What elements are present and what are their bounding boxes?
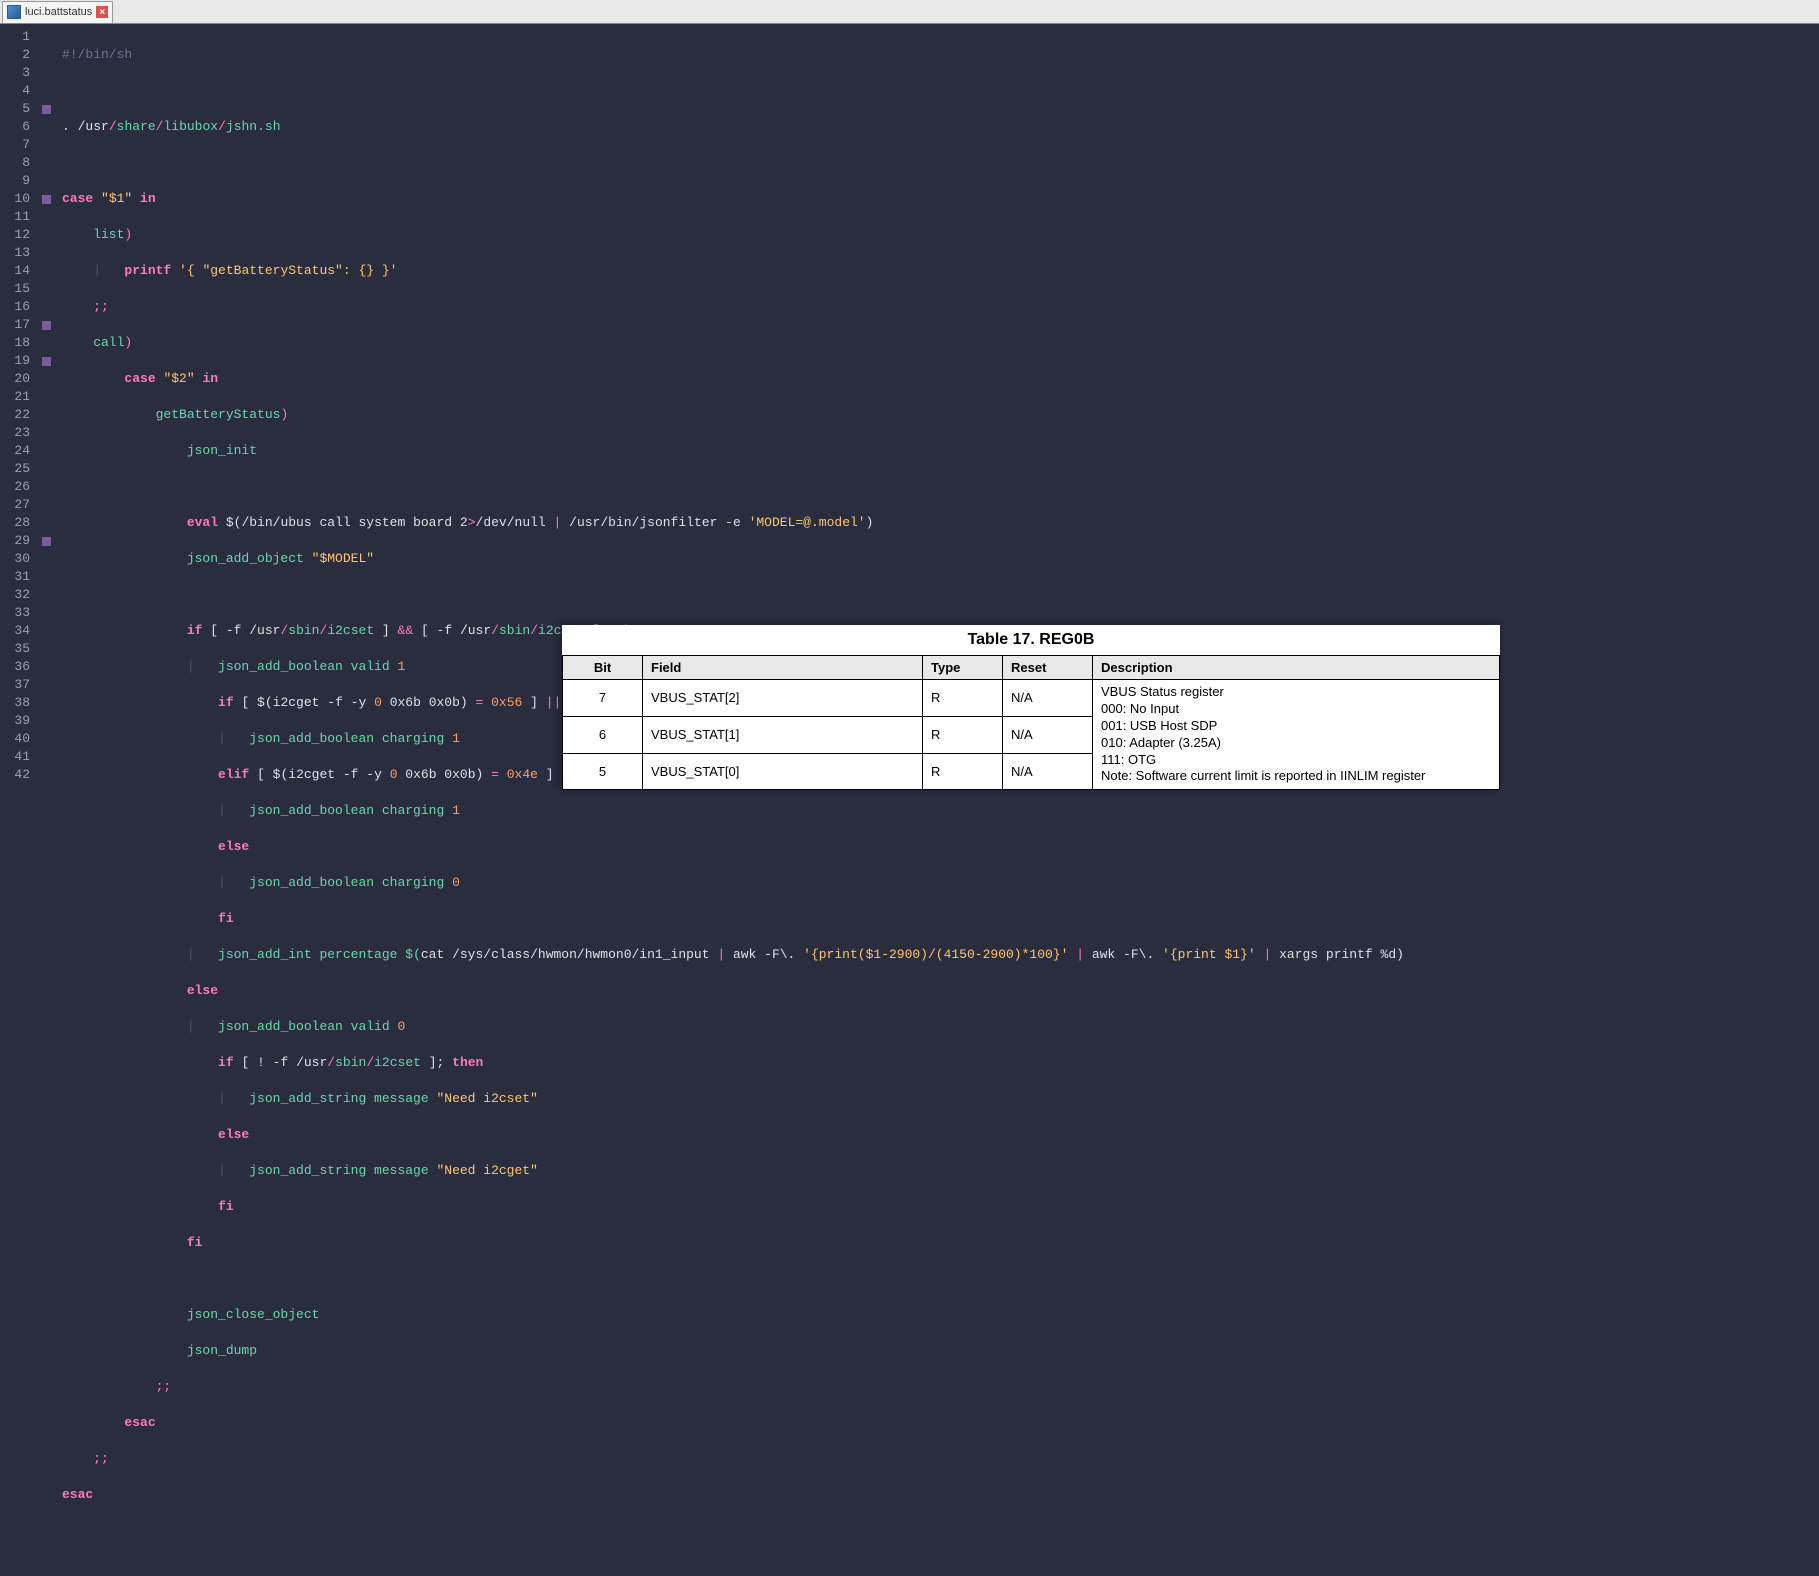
col-bit: Bit: [563, 656, 643, 680]
tab-filename: luci.battstatus: [25, 6, 92, 18]
fold-gutter: [38, 24, 54, 959]
col-reset: Reset: [1003, 656, 1093, 680]
col-type: Type: [923, 656, 1003, 680]
tab-bar: luci.battstatus ×: [0, 0, 1819, 24]
col-field: Field: [643, 656, 923, 680]
table-title: Table 17. REG0B: [562, 625, 1500, 655]
register-table: Bit Field Type Reset Description 7 VBUS_…: [562, 655, 1500, 790]
description-cell: VBUS Status register000: No Input001: US…: [1093, 680, 1500, 790]
col-desc: Description: [1093, 656, 1500, 680]
datasheet-overlay: Table 17. REG0B Bit Field Type Reset Des…: [562, 625, 1500, 790]
code-area[interactable]: #!/bin/sh . /usr/share/libubox/jshn.sh c…: [54, 24, 1819, 959]
file-tab[interactable]: luci.battstatus ×: [2, 1, 113, 23]
file-icon: [7, 5, 21, 19]
line-number-gutter: 1234567891011121314151617181920212223242…: [0, 24, 38, 959]
code-editor[interactable]: 1234567891011121314151617181920212223242…: [0, 24, 1819, 959]
table-row: 7 VBUS_STAT[2] R N/A VBUS Status registe…: [563, 680, 1500, 717]
close-icon[interactable]: ×: [96, 6, 108, 18]
